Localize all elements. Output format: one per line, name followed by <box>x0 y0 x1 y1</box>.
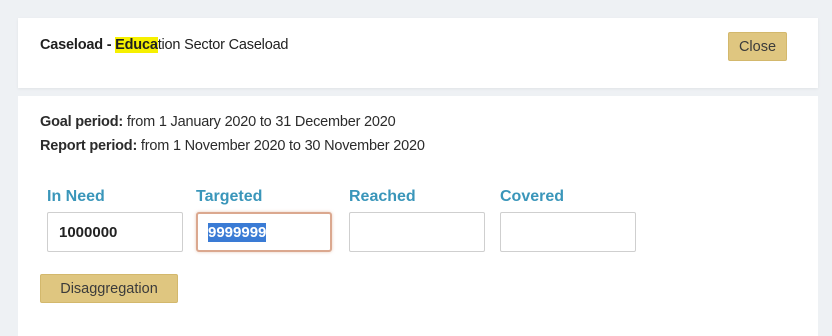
panel-title: Caseload - Education Sector Caseload <box>40 37 289 53</box>
covered-label: Covered <box>500 188 565 205</box>
covered-input[interactable] <box>500 212 636 252</box>
in-need-label: In Need <box>47 188 105 205</box>
search-highlight: Educa <box>115 37 158 53</box>
selected-text: 9999999 <box>208 222 267 242</box>
targeted-label: Targeted <box>196 188 263 205</box>
in-need-input[interactable]: 1000000 <box>47 212 183 252</box>
targeted-input[interactable]: 9999999 <box>196 212 332 252</box>
caseload-header-panel: Caseload - Education Sector Caseload Clo… <box>18 18 818 88</box>
goal-period: Goal period: from 1 January 2020 to 31 D… <box>40 114 396 130</box>
reached-input[interactable] <box>349 212 485 252</box>
caseload-body-panel: Goal period: from 1 January 2020 to 31 D… <box>18 96 818 336</box>
close-button[interactable]: Close <box>728 32 787 61</box>
report-period: Report period: from 1 November 2020 to 3… <box>40 138 425 154</box>
disaggregation-button[interactable]: Disaggregation <box>40 274 178 303</box>
reached-label: Reached <box>349 188 416 205</box>
